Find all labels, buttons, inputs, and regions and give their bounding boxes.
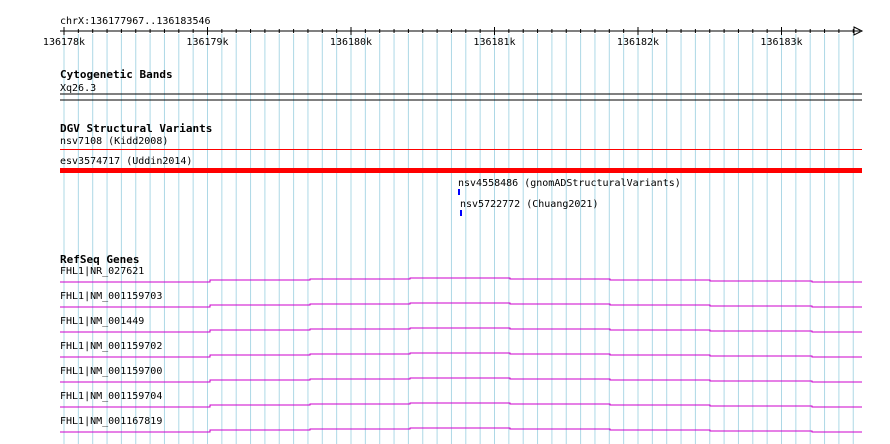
- track-title-refseq: RefSeq Genes: [60, 253, 139, 266]
- transcript-list: FHL1|NR_027621 FHL1|NM_001159703 FHL1|NM_0…: [60, 266, 862, 433]
- cytoband-label: Xq26.3: [60, 83, 96, 94]
- transcript-line[interactable]: [60, 402, 862, 408]
- locus-label: chrX:136177967..136183546: [60, 16, 211, 27]
- transcript-line[interactable]: [60, 277, 862, 283]
- variant-label: nsv7108 (Kidd2008): [60, 136, 168, 147]
- transcript-label: FHL1|NM_001449: [60, 316, 144, 327]
- transcript-line[interactable]: [60, 377, 862, 383]
- transcript-label: FHL1|NM_001159703: [60, 291, 162, 302]
- transcript-line[interactable]: [60, 302, 862, 308]
- variant-bar-thin[interactable]: [60, 149, 862, 150]
- transcript-line[interactable]: [60, 352, 862, 358]
- transcript-line[interactable]: [60, 427, 862, 433]
- transcript-label: FHL1|NM_001159702: [60, 341, 162, 352]
- transcript-line[interactable]: [60, 327, 862, 333]
- variant-label: nsv5722772 (Chuang2021): [460, 199, 598, 210]
- browser-canvas: chrX:136177967..136183546 136178k 136179k…: [43, 16, 864, 444]
- track-cytogenetic-bands[interactable]: Cytogenetic Bands Xq26.3: [60, 68, 862, 101]
- ruler-tick-label: 136178k: [43, 37, 85, 48]
- variant-label: esv3574717 (Uddin2014): [60, 156, 192, 167]
- variant-bar-thick[interactable]: [60, 168, 862, 173]
- track-title-dgv: DGV Structural Variants: [60, 122, 212, 135]
- ruler-tick-label: 136181k: [473, 37, 515, 48]
- ruler-tick-label: 136182k: [617, 37, 659, 48]
- transcript-label: FHL1|NR_027621: [60, 266, 144, 277]
- track-dgv-structural-variants[interactable]: DGV Structural Variants nsv7108 (Kidd200…: [60, 122, 862, 216]
- variant-marker[interactable]: [458, 189, 460, 195]
- variant-marker[interactable]: [460, 210, 462, 216]
- variant-label: nsv4558486 (gnomADStructuralVariants): [458, 178, 681, 189]
- transcript-label: FHL1|NM_001159700: [60, 366, 162, 377]
- track-title-cytoband: Cytogenetic Bands: [60, 68, 173, 81]
- ruler-tick-label: 136180k: [330, 37, 372, 48]
- track-refseq-genes[interactable]: RefSeq Genes FHL1|NR_027621 FHL1|NM_00115…: [60, 253, 862, 433]
- ruler-tick-label: 136183k: [760, 37, 802, 48]
- genome-browser-view: chrX:136177967..136183546 136178k 136179k…: [0, 0, 890, 444]
- transcript-label: FHL1|NM_001159704: [60, 391, 162, 402]
- transcript-label: FHL1|NM_001167819: [60, 416, 162, 427]
- ruler-tick-label: 136179k: [186, 37, 228, 48]
